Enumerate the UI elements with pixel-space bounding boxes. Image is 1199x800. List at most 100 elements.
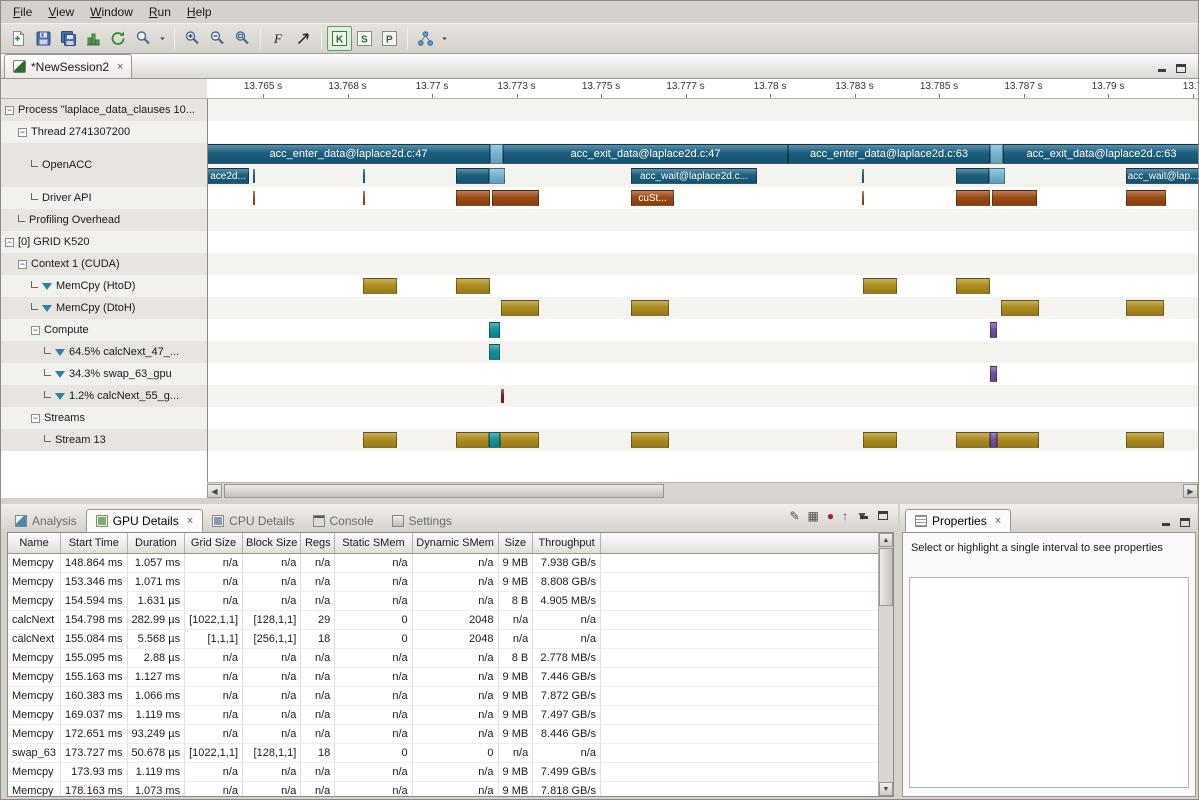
tab-analysis[interactable]: Analysis: [6, 509, 86, 532]
timeline-interval[interactable]: acc_exit_data@laplace2d.c:47: [503, 144, 788, 164]
row-label-openacc[interactable]: OpenACC: [1, 143, 207, 187]
table-row[interactable]: Memcpy169.037 ms1.119 msn/an/an/an/an/a9…: [8, 705, 893, 724]
column-header-throughput[interactable]: Throughput: [533, 533, 601, 553]
row-label-compute[interactable]: −Compute: [1, 319, 207, 341]
timeline-hscrollbar[interactable]: ◀ ▶: [207, 482, 1198, 498]
timeline-interval[interactable]: acc_wait@laplace2d.c...: [631, 168, 757, 184]
timeline-interval[interactable]: [1126, 300, 1164, 316]
timeline-interval[interactable]: [631, 432, 669, 448]
tab-properties[interactable]: Properties ×: [905, 509, 1011, 532]
minimize-icon[interactable]: [1161, 518, 1171, 527]
timeline-interval[interactable]: [456, 278, 490, 294]
timeline-interval[interactable]: [863, 432, 897, 448]
timeline-interval[interactable]: [253, 191, 255, 205]
row-label-context-1-cuda[interactable]: −Context 1 (CUDA): [1, 253, 207, 275]
table-row[interactable]: Memcpy154.594 ms1.631 µsn/an/an/an/an/a8…: [8, 591, 893, 610]
timeline-interval[interactable]: acc_enter_data@laplace2d.c:47: [207, 144, 490, 164]
record-icon[interactable]: ●: [827, 510, 834, 522]
timeline-interval[interactable]: acc_exit_data@laplace2d.c:63: [1003, 144, 1198, 164]
menu-run[interactable]: Run: [141, 2, 179, 22]
timeline-interval[interactable]: [253, 169, 255, 183]
table-row[interactable]: swap_63173.727 ms50.678 µs[1022,1,1][128…: [8, 743, 893, 762]
filter-icon[interactable]: [55, 349, 65, 356]
column-header-grid-size[interactable]: Grid Size: [185, 533, 243, 553]
timeline-interval[interactable]: [363, 169, 365, 183]
search-icon[interactable]: [131, 26, 156, 51]
timeline-interval[interactable]: [989, 168, 1005, 184]
timeline-interval[interactable]: [456, 432, 489, 448]
hscrollbar-thumb[interactable]: [224, 484, 664, 498]
timeline-interval[interactable]: [456, 168, 489, 184]
column-header-start-time[interactable]: Start Time: [61, 533, 127, 553]
table-row[interactable]: Memcpy155.095 ms2.88 µsn/an/an/an/an/a8 …: [8, 648, 893, 667]
scroll-left-arrow[interactable]: ◀: [207, 484, 222, 498]
menu-help[interactable]: Help: [179, 2, 220, 22]
row-label-0-grid-k520[interactable]: −[0] GRID K520: [1, 231, 207, 253]
row-label-1-2-calcnext-55-g[interactable]: 1.2% calcNext_55_g...: [1, 385, 207, 407]
column-header-name[interactable]: Name: [8, 533, 61, 553]
timeline-interval[interactable]: [1126, 190, 1166, 206]
table-row[interactable]: Memcpy172.651 ms93.249 µsn/an/an/an/an/a…: [8, 724, 893, 743]
timeline-interval[interactable]: [631, 300, 669, 316]
timeline-interval[interactable]: [363, 432, 397, 448]
timeline-interval[interactable]: [492, 190, 539, 206]
timeline-interval[interactable]: [1001, 300, 1039, 316]
export-icon[interactable]: ↑: [842, 510, 848, 522]
row-label-streams[interactable]: −Streams: [1, 407, 207, 429]
marker-f-icon[interactable]: F: [266, 26, 291, 51]
timeline-interval[interactable]: [489, 432, 500, 448]
timeline-interval[interactable]: ace2d...: [207, 168, 249, 184]
collapse-icon[interactable]: −: [18, 128, 27, 137]
timeline-interval[interactable]: [956, 278, 990, 294]
timeline-interval[interactable]: [363, 191, 365, 205]
timeline-interval[interactable]: [501, 300, 539, 316]
timeline-interval[interactable]: acc_enter_data@laplace2d.c:63: [788, 144, 990, 164]
timeline-interval[interactable]: cuSt...: [631, 190, 674, 206]
collapse-icon[interactable]: −: [31, 326, 40, 335]
maximize-icon[interactable]: [878, 511, 888, 520]
row-label-memcpy-htod[interactable]: MemCpy (HtoD): [1, 275, 207, 297]
new-session-icon[interactable]: [6, 26, 31, 51]
row-label-memcpy-dtoh[interactable]: MemCpy (DtoH): [1, 297, 207, 319]
column-header-duration[interactable]: Duration: [127, 533, 185, 553]
timeline-interval[interactable]: [997, 432, 1039, 448]
table-row[interactable]: calcNext154.798 ms282.99 µs[1022,1,1][12…: [8, 610, 893, 629]
menu-file[interactable]: File: [5, 2, 40, 22]
maximize-icon[interactable]: [1176, 64, 1186, 73]
tab-settings[interactable]: Settings: [383, 509, 461, 532]
tab-cpu-details[interactable]: CPU Details: [203, 509, 303, 532]
vscrollbar-thumb[interactable]: [879, 548, 893, 606]
import-icon[interactable]: [106, 26, 131, 51]
tab-gpu-details[interactable]: GPU Details×: [86, 509, 203, 532]
scroll-up-arrow[interactable]: ▲: [879, 533, 893, 547]
scroll-right-arrow[interactable]: ▶: [1183, 484, 1198, 498]
tab-console[interactable]: Console: [304, 509, 383, 532]
filter-icon[interactable]: [42, 305, 52, 312]
row-label-64-5-calcnext-47[interactable]: 64.5% calcNext_47_...: [1, 341, 207, 363]
timeline-interval[interactable]: [990, 366, 997, 382]
timeline-interval[interactable]: [456, 190, 490, 206]
analysis-icon[interactable]: [413, 26, 438, 51]
time-ruler[interactable]: 13.765 s13.768 s13.77 s13.773 s13.775 s1…: [207, 79, 1198, 99]
timeline-interval[interactable]: [990, 322, 997, 338]
filter-icon[interactable]: [55, 371, 65, 378]
column-header-size[interactable]: Size: [498, 533, 533, 553]
menu-window[interactable]: Window: [82, 2, 141, 22]
scroll-down-arrow[interactable]: ▼: [879, 782, 893, 796]
filter-icon[interactable]: [42, 283, 52, 290]
analysis-menu-icon[interactable]: [438, 26, 451, 51]
pencil-icon[interactable]: ✎: [789, 510, 799, 522]
timeline-interval[interactable]: [489, 168, 505, 184]
collapse-icon[interactable]: −: [5, 238, 14, 247]
timeline-interval[interactable]: [863, 278, 897, 294]
process-toggle-icon[interactable]: P: [377, 26, 402, 51]
timeline-interval[interactable]: [862, 191, 864, 205]
kernel-toggle-icon[interactable]: K: [327, 26, 352, 51]
stream-toggle-icon[interactable]: S: [352, 26, 377, 51]
timeline-interval[interactable]: [862, 169, 864, 183]
row-label-process-laplace-data-clauses-10[interactable]: −Process "laplace_data_clauses 10...: [1, 99, 207, 121]
collapse-icon[interactable]: −: [31, 414, 40, 423]
timeline-interval[interactable]: [490, 144, 503, 164]
tab-newsession2[interactable]: *NewSession2 ×: [4, 54, 132, 78]
timeline-interval[interactable]: acc_wait@lap...: [1126, 168, 1198, 184]
